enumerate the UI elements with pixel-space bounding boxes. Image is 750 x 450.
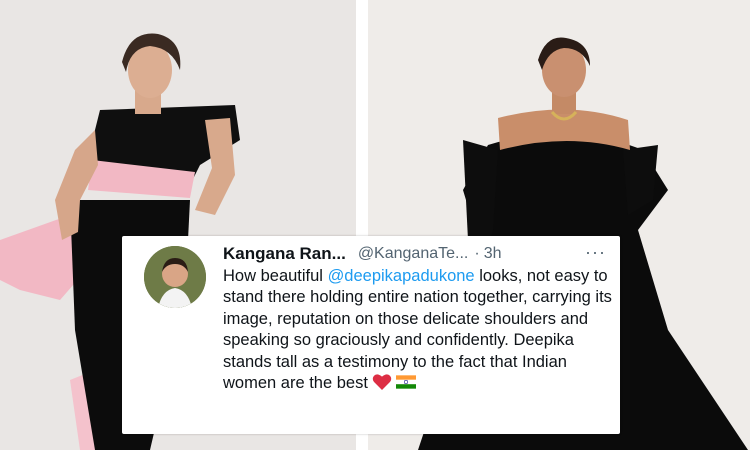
india-flag-icon (395, 375, 416, 389)
tweet-card[interactable]: Kangana Ran... @KanganaTe... · 3h ··· Ho… (122, 236, 620, 434)
user-handle[interactable]: @KanganaTe... (358, 245, 469, 263)
tweet-timestamp[interactable]: 3h (484, 245, 502, 263)
tweet-text: How beautiful @deepikapadukone looks, no… (223, 266, 613, 394)
tweet-text-before: How beautiful (223, 267, 328, 285)
display-name[interactable]: Kangana Ran... (223, 244, 346, 264)
tweet-header: Kangana Ran... @KanganaTe... · 3h ··· (223, 242, 606, 266)
red-heart-icon (372, 374, 392, 391)
mention-link[interactable]: @deepikapadukone (328, 267, 475, 285)
tweet-text-after: looks, not easy to stand there holding e… (223, 267, 612, 393)
profile-avatar[interactable] (144, 246, 206, 308)
more-options-icon[interactable]: ··· (585, 242, 606, 263)
separator-dot: · (474, 245, 480, 262)
